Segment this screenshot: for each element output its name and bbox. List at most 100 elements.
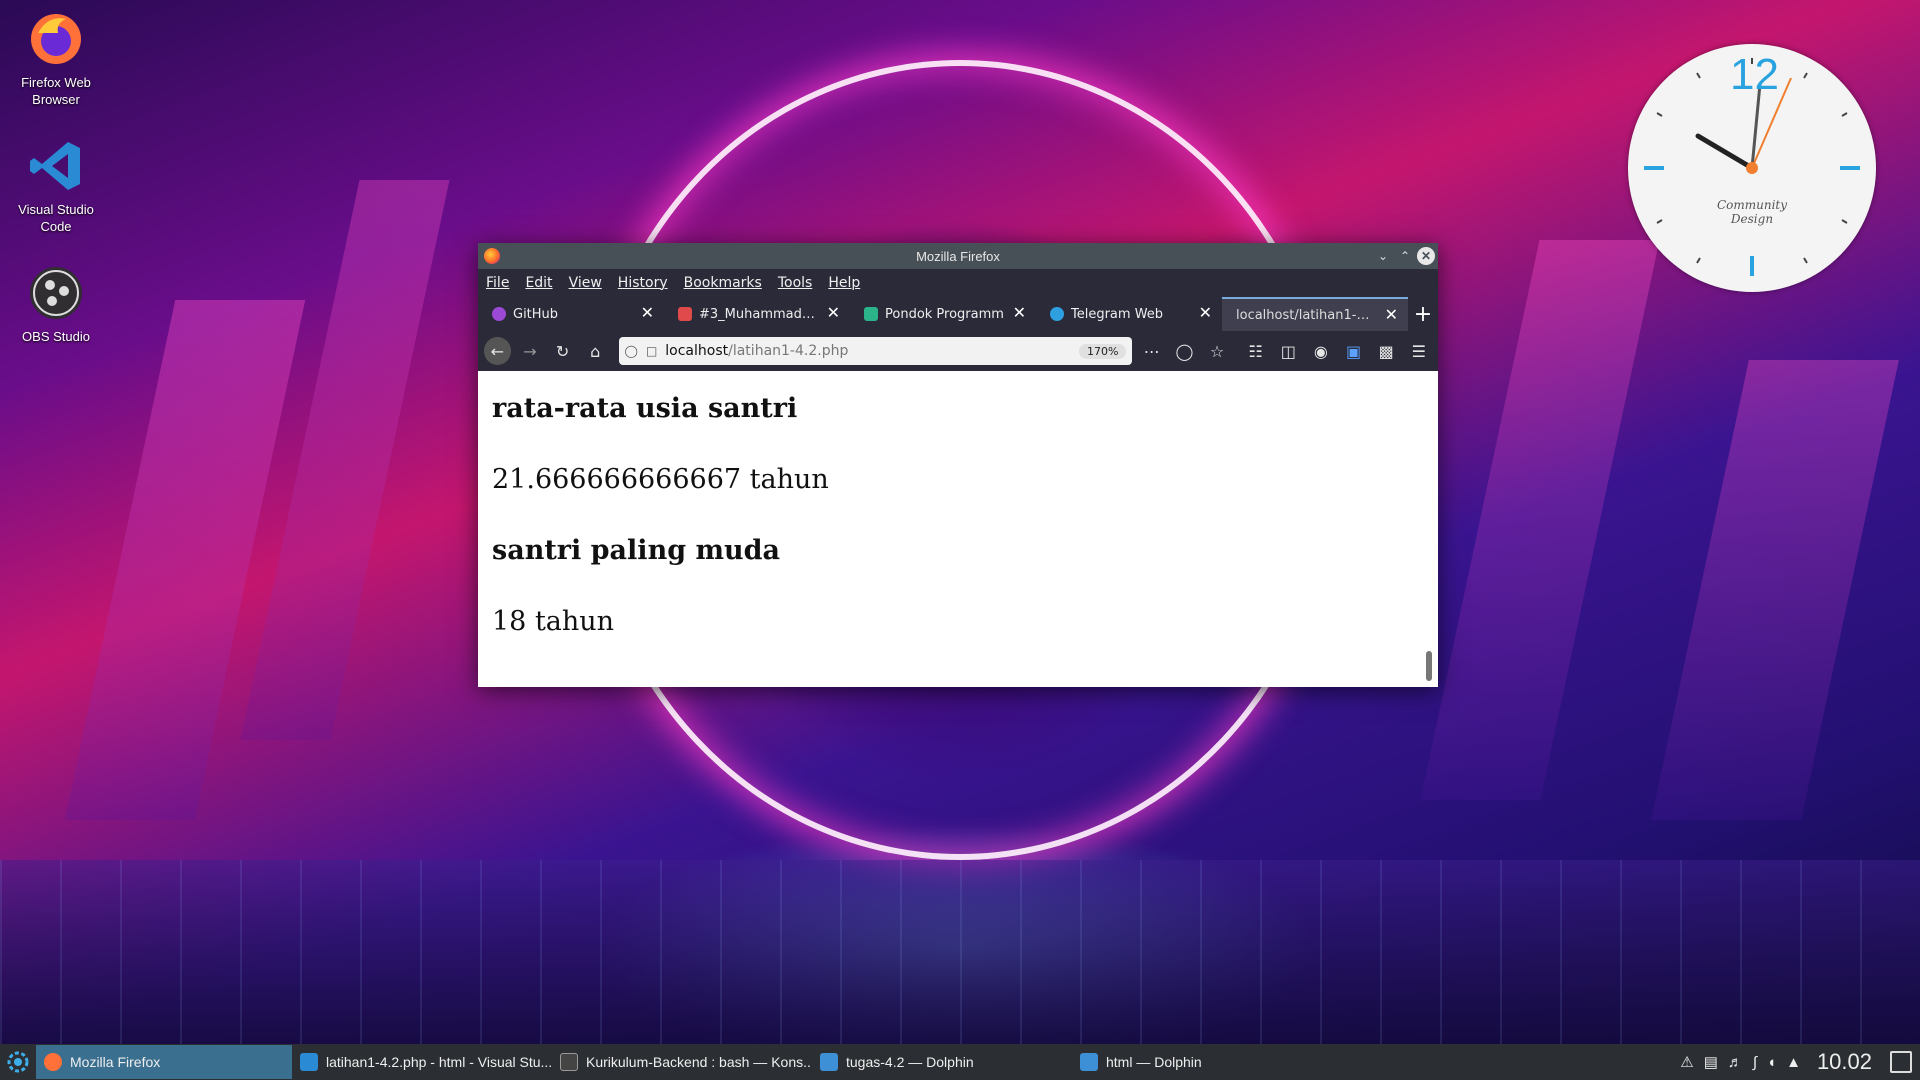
notifications-off-icon[interactable]: ⚠: [1680, 1053, 1693, 1071]
menu-bookmarks[interactable]: Bookmarks: [684, 275, 762, 291]
desktop-icon-firefox[interactable]: Firefox Web Browser: [8, 10, 104, 108]
menu-tools[interactable]: Tools: [778, 275, 813, 291]
tab-close-icon[interactable]: ✕: [1385, 307, 1398, 323]
maximize-button[interactable]: ⌃: [1396, 247, 1414, 265]
tab-close-icon[interactable]: ✕: [641, 305, 654, 321]
extension-icon[interactable]: ▩: [1373, 337, 1400, 365]
task-konsole[interactable]: Kurikulum-Backend : bash — Kons...: [552, 1045, 812, 1079]
tab-close-icon[interactable]: ✕: [1013, 305, 1026, 321]
page-info-icon[interactable]: □: [646, 344, 657, 358]
wallpaper-crystal: [64, 300, 306, 820]
url-path: /latihan1-4.2.php: [728, 343, 849, 359]
system-tray: ⚠ ▤ ♬ ∫ ◖ ▲ 10.02: [1680, 1049, 1920, 1075]
firefox-icon: [44, 1053, 62, 1071]
heading-average-age: rata-rata usia santri: [492, 393, 798, 424]
page-content: rata-rata usia santri 21.666666666667 ta…: [478, 371, 1438, 687]
tab-pondok-programmer[interactable]: Pondok Programm ✕: [850, 297, 1036, 331]
tab-close-icon[interactable]: ✕: [827, 305, 840, 321]
desktop-icon-vscode[interactable]: Visual Studio Code: [8, 137, 104, 235]
heading-youngest: santri paling muda: [492, 535, 781, 566]
menu-view[interactable]: View: [569, 275, 602, 291]
hamburger-menu-icon[interactable]: ☰: [1405, 337, 1432, 365]
volume-icon[interactable]: ♬: [1728, 1054, 1743, 1071]
task-label: Mozilla Firefox: [70, 1054, 161, 1070]
task-dolphin-tugas[interactable]: tugas-4.2 — Dolphin: [812, 1045, 1072, 1079]
tab-muhammad[interactable]: #3_Muhammad Ge ✕: [664, 297, 850, 331]
wallpaper-crystal: [1420, 240, 1660, 800]
wallpaper-crystal: [1651, 360, 1899, 820]
tab-close-icon[interactable]: ✕: [1199, 305, 1212, 321]
home-button[interactable]: ⌂: [582, 337, 609, 365]
account-icon[interactable]: ◉: [1308, 337, 1335, 365]
tracking-shield-icon[interactable]: ◯: [625, 344, 638, 358]
reload-button[interactable]: ↻: [549, 337, 576, 365]
scrollbar-thumb[interactable]: [1426, 651, 1432, 681]
github-icon: [492, 307, 506, 321]
show-desktop-icon[interactable]: [1890, 1051, 1912, 1073]
tab-title: localhost/latihan1-4.2.p: [1236, 307, 1376, 323]
url-bar[interactable]: ◯ □ localhost/latihan1-4.2.php 170%: [618, 337, 1133, 365]
desktop-icon-obs[interactable]: OBS Studio: [8, 264, 104, 345]
telegram-icon: [1050, 307, 1064, 321]
firefox-icon: [27, 10, 85, 68]
page-favicon-icon: [678, 307, 692, 321]
clipboard-icon[interactable]: ▤: [1704, 1053, 1718, 1071]
kde-launcher-icon: [7, 1051, 29, 1073]
task-label: tugas-4.2 — Dolphin: [846, 1054, 974, 1070]
forward-button[interactable]: →: [517, 337, 544, 365]
firefox-window[interactable]: Mozilla Firefox ⌄ ⌃ ✕ File Edit View His…: [478, 243, 1438, 687]
task-label: Kurikulum-Backend : bash — Kons...: [586, 1054, 812, 1070]
tab-title: GitHub: [513, 306, 559, 322]
menu-file[interactable]: File: [486, 275, 509, 291]
tray-expand-icon[interactable]: ▲: [1786, 1054, 1801, 1071]
clock-brand: Community Design: [1716, 198, 1788, 226]
bluetooth-icon[interactable]: ∫: [1753, 1054, 1757, 1071]
back-button[interactable]: ←: [484, 337, 511, 365]
task-dolphin-html[interactable]: html — Dolphin: [1072, 1045, 1332, 1079]
tab-localhost[interactable]: localhost/latihan1-4.2.p ✕: [1222, 297, 1408, 331]
folder-icon: [820, 1053, 838, 1071]
tab-strip: GitHub ✕ #3_Muhammad Ge ✕ Pondok Program…: [478, 297, 1438, 331]
vscode-icon: [27, 137, 85, 195]
browser-toolbox: File Edit View History Bookmarks Tools H…: [478, 269, 1438, 371]
translate-extension-icon[interactable]: ▣: [1340, 337, 1367, 365]
tab-title: Telegram Web: [1071, 306, 1164, 322]
task-label: latihan1-4.2.php - html - Visual Stu...: [326, 1054, 552, 1070]
taskbar-clock[interactable]: 10.02: [1817, 1049, 1872, 1075]
wallpaper-crystal: [240, 180, 450, 740]
minimize-button[interactable]: ⌄: [1374, 247, 1392, 265]
vscode-icon: [300, 1053, 318, 1071]
sidebar-icon[interactable]: ◫: [1275, 337, 1302, 365]
youngest-age-value: 18 tahun: [492, 606, 615, 637]
page-actions-icon[interactable]: ⋯: [1138, 337, 1165, 365]
taskbar: Mozilla Firefox latihan1-4.2.php - html …: [0, 1044, 1920, 1080]
library-icon[interactable]: ☷: [1242, 337, 1269, 365]
wifi-icon[interactable]: ◖: [1767, 1054, 1776, 1071]
task-label: html — Dolphin: [1106, 1054, 1202, 1070]
tab-telegram-web[interactable]: Telegram Web ✕: [1036, 297, 1222, 331]
average-age-value: 21.666666666667 tahun: [492, 464, 829, 495]
application-launcher[interactable]: [0, 1044, 36, 1080]
desktop-icon-label: OBS Studio: [22, 329, 90, 344]
url-host: localhost: [665, 343, 729, 359]
terminal-icon: [560, 1053, 578, 1071]
window-title: Mozilla Firefox: [916, 248, 1000, 264]
tab-title: Pondok Programm: [885, 306, 1004, 322]
zoom-indicator[interactable]: 170%: [1079, 343, 1127, 359]
obs-icon: [27, 264, 85, 322]
bookmark-star-icon[interactable]: ☆: [1204, 337, 1231, 365]
menu-help[interactable]: Help: [828, 275, 860, 291]
tab-title: #3_Muhammad Ge: [699, 306, 818, 322]
task-firefox[interactable]: Mozilla Firefox: [36, 1045, 292, 1079]
task-vscode[interactable]: latihan1-4.2.php - html - Visual Stu...: [292, 1045, 552, 1079]
pondok-favicon-icon: [864, 307, 878, 321]
tab-github[interactable]: GitHub ✕: [478, 297, 664, 331]
menu-history[interactable]: History: [618, 275, 668, 291]
new-tab-button[interactable]: +: [1408, 297, 1438, 331]
menu-bar: File Edit View History Bookmarks Tools H…: [478, 269, 1438, 297]
analog-clock-widget[interactable]: 12 Community Design: [1628, 44, 1876, 292]
window-titlebar[interactable]: Mozilla Firefox ⌄ ⌃ ✕: [478, 243, 1438, 269]
close-button[interactable]: ✕: [1417, 247, 1435, 265]
pocket-icon[interactable]: ◯: [1171, 337, 1198, 365]
menu-edit[interactable]: Edit: [525, 275, 552, 291]
